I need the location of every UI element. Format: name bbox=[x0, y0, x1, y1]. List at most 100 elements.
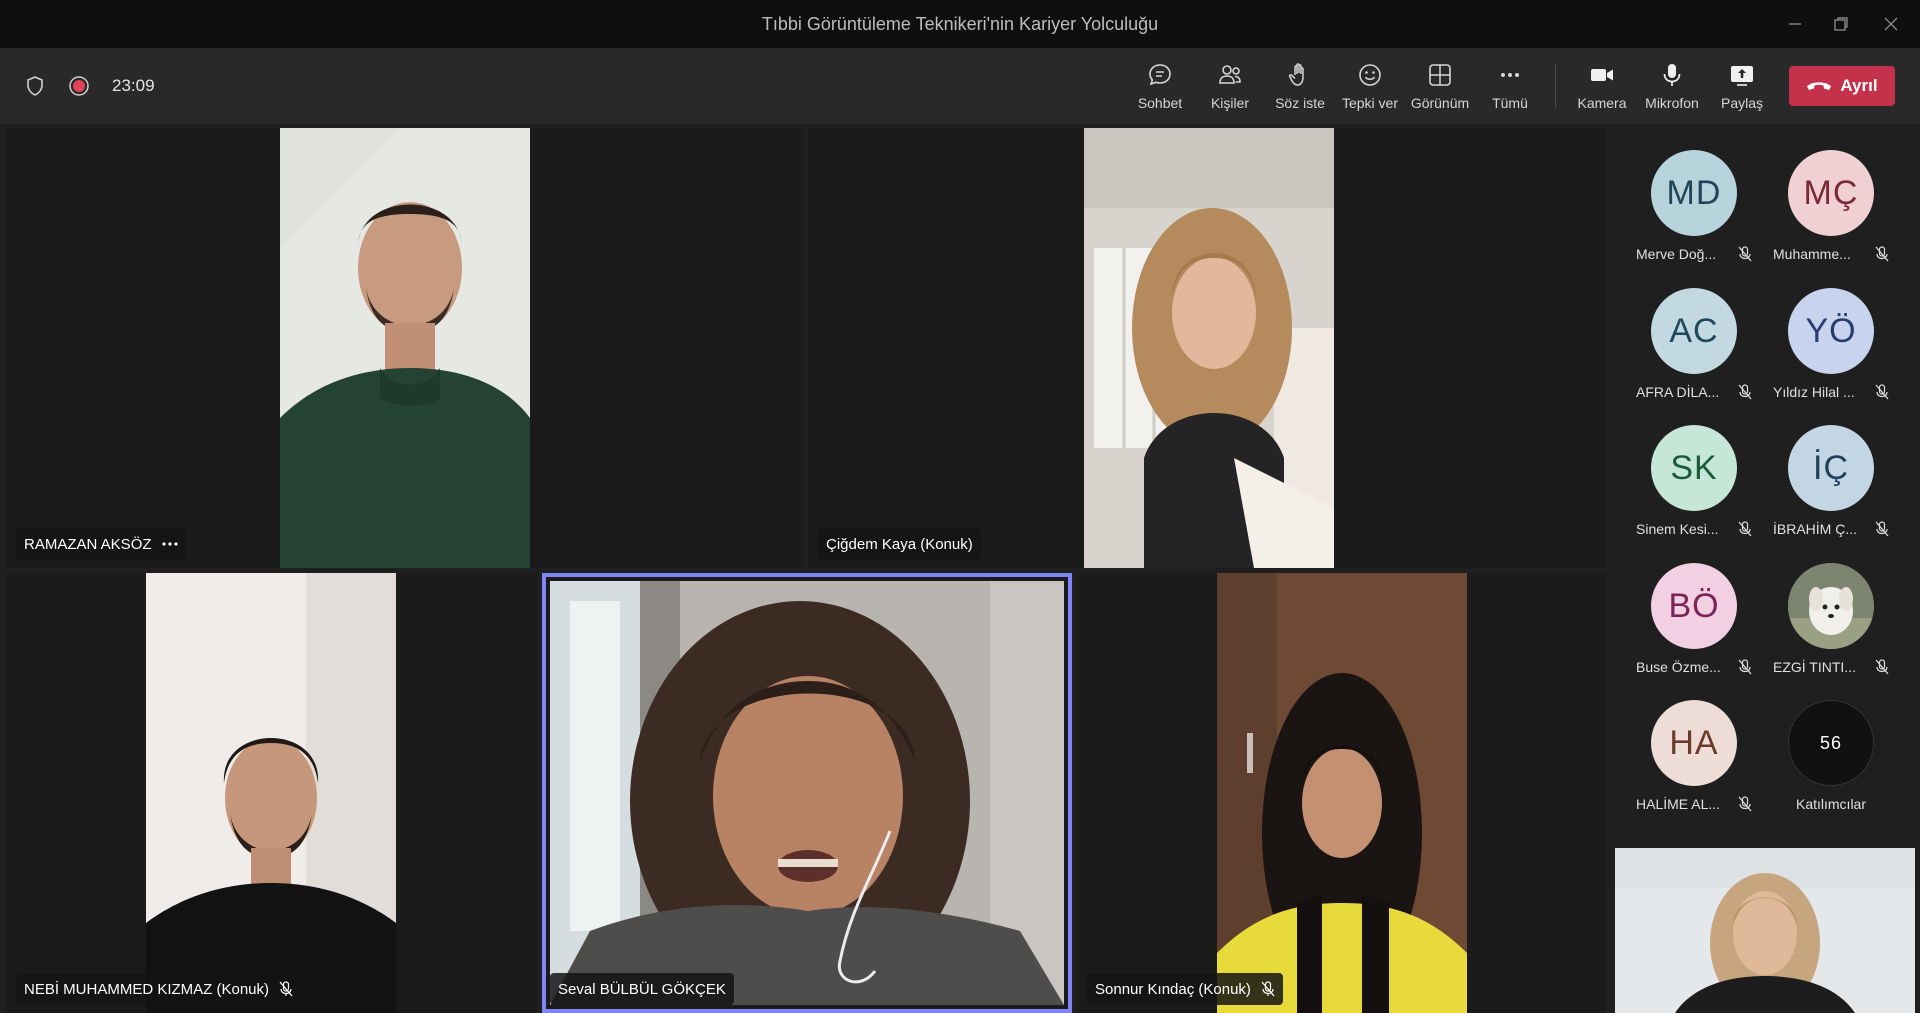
minimize-button[interactable] bbox=[1772, 0, 1818, 48]
avatar: HA bbox=[1651, 700, 1737, 786]
participant-item[interactable]: HA HALİME AL... bbox=[1634, 700, 1754, 830]
participant-name: RAMAZAN AKSÖZ bbox=[24, 535, 152, 553]
participant-name: EZGİ TINTI... bbox=[1773, 659, 1856, 675]
participant-video bbox=[280, 128, 530, 568]
participant-tile-seval[interactable]: Seval BÜLBÜL GÖKÇEK bbox=[542, 573, 1072, 1013]
hand-icon bbox=[1288, 63, 1304, 86]
leave-button[interactable]: Ayrıl bbox=[1789, 66, 1895, 106]
mic-off-icon bbox=[1738, 796, 1752, 812]
more-options-icon[interactable] bbox=[161, 542, 178, 546]
minimize-icon bbox=[1789, 23, 1801, 25]
more-icon bbox=[1501, 73, 1519, 77]
avatar: İÇ bbox=[1788, 425, 1874, 511]
participant-item[interactable]: EZGİ TINTI... bbox=[1771, 563, 1891, 693]
raise-hand-button[interactable]: Söz iste bbox=[1265, 48, 1335, 124]
raise-hand-label: Söz iste bbox=[1275, 95, 1325, 111]
overflow-count: 56 bbox=[1788, 700, 1874, 786]
chat-label: Sohbet bbox=[1137, 95, 1183, 111]
title-bar: Tıbbi Görüntüleme Teknikeri'nin Kariyer … bbox=[0, 0, 1920, 48]
view-button[interactable]: Görünüm bbox=[1405, 48, 1475, 124]
participant-name-tag: Seval BÜLBÜL GÖKÇEK bbox=[550, 973, 734, 1005]
mic-off-icon bbox=[279, 981, 293, 997]
microphone-label: Mikrofon bbox=[1645, 95, 1699, 111]
microphone-icon bbox=[1663, 64, 1681, 86]
participant-name-tag: NEBİ MUHAMMED KIZMAZ (Konuk) bbox=[16, 973, 302, 1005]
self-view-video[interactable] bbox=[1615, 848, 1915, 1013]
mic-off-icon bbox=[1261, 981, 1275, 997]
participant-item[interactable]: YÖ Yıldız Hilal ... bbox=[1771, 288, 1891, 418]
avatar: BÖ bbox=[1651, 563, 1737, 649]
mic-off-icon bbox=[1738, 521, 1752, 537]
hang-up-icon bbox=[1807, 82, 1832, 90]
participant-name: Buse Özme... bbox=[1636, 659, 1721, 675]
people-icon bbox=[1219, 65, 1241, 84]
participant-name: AFRA DİLA... bbox=[1636, 384, 1720, 400]
window-title: Tıbbi Görüntüleme Teknikeri'nin Kariyer … bbox=[761, 13, 1159, 34]
participant-video bbox=[146, 573, 396, 1013]
mic-off-icon bbox=[1738, 246, 1752, 262]
chat-button[interactable]: Sohbet bbox=[1125, 48, 1195, 124]
share-button[interactable]: Paylaş bbox=[1707, 48, 1777, 124]
participant-name-tag: Sonnur Kındaç (Konuk) bbox=[1087, 973, 1283, 1005]
camera-icon bbox=[1591, 69, 1613, 81]
react-label: Tepki ver bbox=[1341, 95, 1399, 111]
mic-off-icon bbox=[1875, 659, 1889, 675]
camera-button[interactable]: Kamera bbox=[1567, 48, 1637, 124]
mic-off-icon bbox=[1738, 384, 1752, 400]
share-screen-icon bbox=[1731, 66, 1753, 86]
smiley-icon bbox=[1359, 64, 1381, 86]
participant-name: HALİME AL... bbox=[1636, 796, 1721, 812]
participant-name: Yıldız Hilal ... bbox=[1773, 384, 1855, 400]
participant-name: Merve Doğ... bbox=[1636, 246, 1717, 262]
participant-name: Çiğdem Kaya (Konuk) bbox=[826, 535, 973, 553]
participant-tile-cigdem[interactable]: Çiğdem Kaya (Konuk) bbox=[808, 128, 1606, 568]
people-label: Kişiler bbox=[1210, 95, 1250, 111]
participant-item[interactable]: AC AFRA DİLA... bbox=[1634, 288, 1754, 418]
participant-item[interactable]: İÇ İBRAHİM Ç... bbox=[1771, 425, 1891, 555]
people-button[interactable]: Kişiler bbox=[1195, 48, 1265, 124]
shield-icon bbox=[27, 76, 43, 96]
camera-label: Kamera bbox=[1577, 95, 1627, 111]
view-label: Görünüm bbox=[1410, 95, 1470, 111]
participant-name: Seval BÜLBÜL GÖKÇEK bbox=[558, 980, 726, 998]
participant-item[interactable]: SK Sinem Kesi... bbox=[1634, 425, 1754, 555]
chat-icon bbox=[1149, 64, 1171, 86]
participant-item[interactable]: BÖ Buse Özme... bbox=[1634, 563, 1754, 693]
participant-name-tag: RAMAZAN AKSÖZ bbox=[16, 528, 186, 560]
participant-name-tag: Çiğdem Kaya (Konuk) bbox=[818, 528, 981, 560]
participant-name: Sinem Kesi... bbox=[1636, 521, 1719, 537]
participant-item[interactable]: MÇ Muhamme... bbox=[1771, 150, 1891, 280]
avatar: YÖ bbox=[1788, 288, 1874, 374]
participant-tile-ramazan[interactable]: RAMAZAN AKSÖZ bbox=[6, 128, 803, 568]
participant-tile-sonnur[interactable]: Sonnur Kındaç (Konuk) bbox=[1077, 573, 1606, 1013]
avatar: AC bbox=[1651, 288, 1737, 374]
meeting-status: 23:09 bbox=[24, 48, 155, 124]
participant-name: İBRAHİM Ç... bbox=[1773, 521, 1858, 537]
close-window-button[interactable] bbox=[1868, 0, 1914, 48]
close-icon bbox=[1884, 17, 1898, 31]
participants-overflow-button[interactable]: 56 Katılımcılar bbox=[1771, 700, 1891, 830]
avatar: SK bbox=[1651, 425, 1737, 511]
share-label: Paylaş bbox=[1720, 95, 1764, 111]
participant-tile-nebi[interactable]: NEBİ MUHAMMED KIZMAZ (Konuk) bbox=[6, 573, 537, 1013]
restore-button[interactable] bbox=[1818, 0, 1864, 48]
more-button[interactable]: Tümü bbox=[1475, 48, 1545, 124]
avatar-photo bbox=[1788, 563, 1874, 649]
mic-off-icon bbox=[1875, 521, 1889, 537]
participant-name: Muhamme... bbox=[1773, 246, 1851, 262]
restore-icon bbox=[1834, 17, 1848, 31]
meeting-toolbar: 23:09 Sohbet Kişiler Söz iste Tepki ver … bbox=[0, 48, 1920, 124]
leave-label: Ayrıl bbox=[1840, 76, 1878, 95]
participant-video bbox=[1217, 573, 1467, 1013]
react-button[interactable]: Tepki ver bbox=[1335, 48, 1405, 124]
participant-name: Sonnur Kındaç (Konuk) bbox=[1095, 980, 1251, 998]
microphone-button[interactable]: Mikrofon bbox=[1637, 48, 1707, 124]
video-grid: RAMAZAN AKSÖZ Çiğdem Kaya (Konuk) NEBİ M… bbox=[0, 124, 1610, 1013]
participant-video bbox=[1084, 128, 1334, 568]
participant-item[interactable]: MD Merve Doğ... bbox=[1634, 150, 1754, 280]
avatar: MÇ bbox=[1788, 150, 1874, 236]
dog-photo-icon bbox=[1788, 563, 1874, 649]
participant-video bbox=[550, 581, 1064, 1005]
grid-view-icon bbox=[1429, 64, 1451, 86]
mic-off-icon bbox=[1875, 384, 1889, 400]
